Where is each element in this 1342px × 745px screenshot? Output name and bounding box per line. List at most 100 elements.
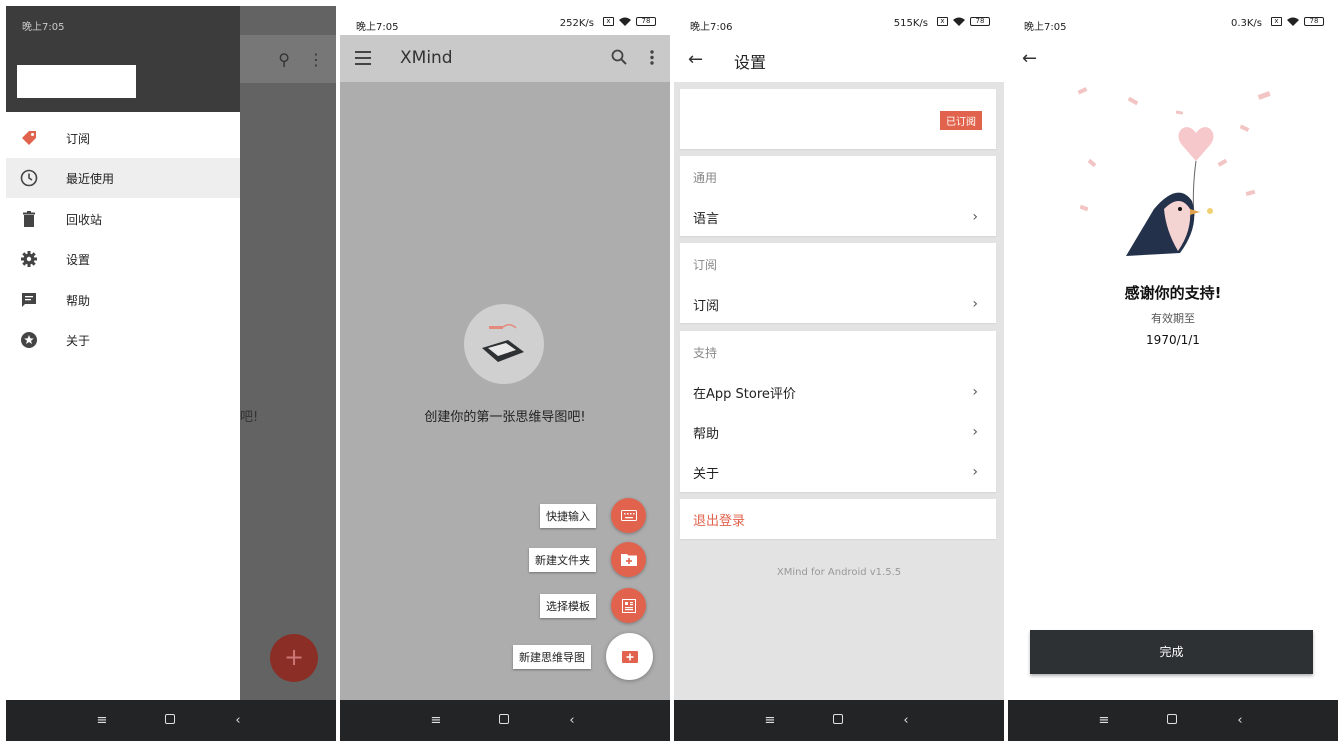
drawer-item-label: 回收站: [66, 212, 103, 227]
recents-button[interactable]: ≡: [1096, 713, 1112, 729]
status-time: 晚上7:06: [690, 22, 733, 33]
logout-button[interactable]: 退出登录: [680, 499, 996, 539]
fab-quick-input[interactable]: 快捷输入: [540, 498, 646, 533]
fab-label: 快捷输入: [540, 503, 596, 528]
fab-label: 新建思维导图: [513, 644, 591, 669]
back-button[interactable]: ‹: [1232, 713, 1248, 729]
thanks-screen: 晚上7:05 0.3K/s x 78 ← 感谢你的支持! 有效期至 1970/1: [1008, 6, 1338, 741]
map-plus-icon[interactable]: [606, 633, 653, 680]
status-badge: 已订阅: [940, 111, 982, 130]
drawer-item-trash[interactable]: 回收站: [6, 199, 240, 239]
settings-row-subscription[interactable]: 订阅 ›: [693, 295, 983, 315]
account-banner: [17, 65, 136, 98]
version-text: XMind for Android v1.5.5: [776, 567, 902, 578]
home-button[interactable]: [830, 713, 846, 729]
done-button[interactable]: 完成: [1030, 630, 1313, 674]
settings-row-help[interactable]: 帮助 ›: [693, 423, 983, 443]
empty-state-text: 创建你的第一张思维导图吧!: [424, 410, 586, 425]
home-button[interactable]: [1164, 713, 1180, 729]
dimmed-empty-text: 吧!: [240, 410, 259, 425]
folder-plus-icon[interactable]: [611, 542, 646, 577]
recents-button[interactable]: ≡: [94, 713, 110, 729]
row-label: 订阅: [693, 299, 720, 314]
gear-icon: [19, 249, 39, 269]
drawer-item-label: 关于: [66, 333, 91, 348]
status-bar: 晚上7:06 515K/s x 78: [674, 6, 1004, 35]
wifi-icon: [619, 17, 631, 26]
chevron-right-icon: ›: [972, 464, 978, 480]
status-time: 晚上7:05: [356, 22, 399, 33]
logout-label: 退出登录: [693, 514, 746, 529]
row-label: 帮助: [693, 427, 720, 442]
drawer-item-label: 帮助: [66, 293, 91, 308]
chevron-right-icon: ›: [972, 424, 978, 440]
drawer-item-recent[interactable]: 最近使用: [6, 158, 240, 198]
drawer-item-label: 订阅: [66, 131, 91, 146]
drawer-screen: ⚲ ⋮ 吧! + 晚上7:05 订阅 最近使用 回收站 设置 帮助 关于 ≡ ‹: [6, 6, 336, 741]
chevron-right-icon: ›: [972, 209, 978, 225]
wifi-icon: [953, 17, 965, 26]
more-vert-icon[interactable]: [650, 50, 654, 69]
drawer-header: 晚上7:05: [6, 6, 240, 112]
valid-until-date: 1970/1/1: [1146, 333, 1200, 347]
system-nav-bar: ≡ ‹: [674, 700, 1004, 741]
chevron-right-icon: ›: [972, 296, 978, 312]
navigation-drawer: 晚上7:05 订阅 最近使用 回收站 设置 帮助 关于: [6, 6, 240, 700]
back-button[interactable]: ‹: [230, 713, 246, 729]
settings-row-language[interactable]: 语言 ›: [693, 208, 983, 228]
row-label: 在App Store评价: [693, 387, 796, 402]
drawer-item-subscribe[interactable]: 订阅: [6, 118, 240, 158]
back-button[interactable]: ‹: [564, 713, 580, 729]
fab-choose-template[interactable]: 选择模板: [540, 588, 646, 623]
star-icon: [19, 330, 39, 350]
app-title: XMind: [400, 48, 453, 68]
settings-screen: 晚上7:06 515K/s x 78 ← 设置 已订阅 通用 语言 › 订阅 订…: [674, 6, 1004, 741]
tag-icon: [19, 128, 39, 148]
menu-icon[interactable]: [355, 51, 371, 69]
empty-illustration: [464, 304, 544, 384]
back-arrow-icon[interactable]: ←: [1022, 48, 1037, 69]
system-nav-bar: ≡ ‹: [340, 700, 670, 741]
home-button[interactable]: [496, 713, 512, 729]
row-label: 关于: [693, 467, 720, 482]
chat-icon: [19, 290, 39, 310]
status-bar: 晚上7:05 252K/s x 78: [340, 6, 670, 35]
section-support: 支持 在App Store评价 › 帮助 › 关于 ›: [680, 331, 996, 492]
template-icon[interactable]: [611, 588, 646, 623]
drawer-item-label: 设置: [66, 252, 91, 267]
status-net-speed: 515K/s: [893, 18, 928, 29]
status-time: 晚上7:05: [22, 22, 65, 33]
clock-icon: [19, 168, 39, 188]
keyboard-icon[interactable]: [611, 498, 646, 533]
search-icon[interactable]: [611, 49, 627, 69]
settings-row-rate[interactable]: 在App Store评价 ›: [693, 383, 983, 403]
fab-new-mindmap[interactable]: 新建思维导图: [513, 633, 653, 680]
status-net-speed: 0.3K/s: [1230, 18, 1262, 29]
chevron-right-icon: ›: [972, 384, 978, 400]
trash-icon: [19, 209, 39, 229]
drawer-item-settings[interactable]: 设置: [6, 239, 240, 279]
account-card[interactable]: 已订阅: [680, 89, 996, 149]
fab-label: 新建文件夹: [529, 547, 596, 572]
sim-icon: x: [603, 17, 614, 26]
home-button[interactable]: [162, 713, 178, 729]
more-vert-icon: ⋮: [308, 50, 324, 69]
home-screen: 晚上7:05 252K/s x 78 XMind 创建你的第一张思维导图吧! 快…: [340, 6, 670, 741]
fab-new-folder[interactable]: 新建文件夹: [529, 542, 646, 577]
recents-button[interactable]: ≡: [762, 713, 778, 729]
app-bar: XMind: [340, 35, 670, 82]
valid-until-label: 有效期至: [1151, 312, 1195, 325]
recents-button[interactable]: ≡: [428, 713, 444, 729]
status-bar: 晚上7:05 0.3K/s x 78: [1008, 6, 1338, 35]
drawer-item-about[interactable]: 关于: [6, 320, 240, 360]
drawer-item-label: 最近使用: [66, 171, 115, 186]
back-arrow-icon[interactable]: ←: [688, 49, 703, 70]
section-header: 通用: [693, 171, 718, 185]
system-nav-bar: ≡ ‹: [1008, 700, 1338, 741]
battery-icon: 78: [1304, 17, 1324, 26]
section-subscription: 订阅 订阅 ›: [680, 243, 996, 323]
settings-row-about[interactable]: 关于 ›: [693, 463, 983, 483]
thanks-title: 感谢你的支持!: [1124, 284, 1222, 302]
back-button[interactable]: ‹: [898, 713, 914, 729]
drawer-item-help[interactable]: 帮助: [6, 280, 240, 320]
